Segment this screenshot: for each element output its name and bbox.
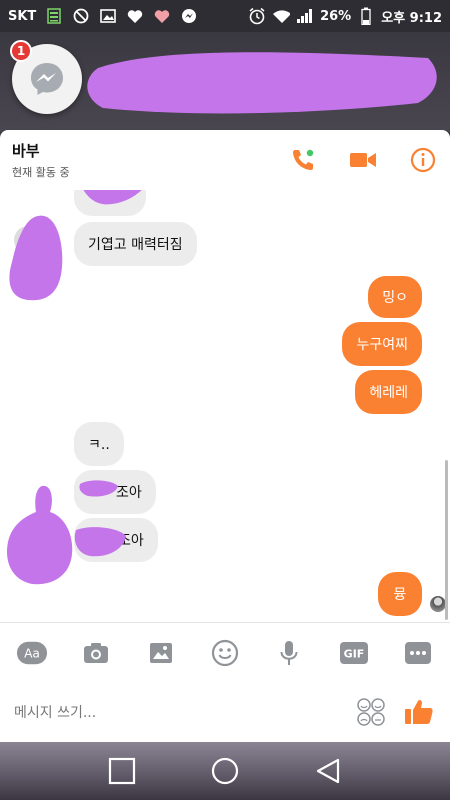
sim-icon [45,7,63,25]
home-button[interactable] [207,753,243,789]
microphone-icon [280,641,298,665]
avatar-scribble [7,485,73,585]
unread-badge: 1 [10,40,32,62]
read-receipt-avatar [430,596,446,612]
contact-name[interactable]: 바부 [12,140,70,161]
message-text: 헤레레 [369,385,408,401]
back-button[interactable] [310,753,346,789]
redacted-name-scribble [87,52,437,114]
voice-message-button[interactable] [273,637,305,669]
back-icon [317,758,340,784]
thumbs-up-icon [405,699,433,724]
message-bubble-outgoing[interactable]: 헤레레 [355,370,422,414]
message-text: 조아 [116,485,142,501]
message-text: 밍ㅇ [382,290,408,306]
like-button[interactable] [402,695,436,729]
video-call-button[interactable] [348,145,378,175]
message-list[interactable]: 기엽고 매력터짐 밍ㅇ 누구여찌 헤레레 ㅋ.. 조아 조아 뮹 [0,190,450,622]
gallery-button[interactable] [145,637,177,669]
alarm-icon [248,7,266,25]
conversation-header: 바부 현재 활동 중 [0,130,450,190]
wifi-icon [272,7,291,25]
sticker-icon [357,698,385,726]
info-icon [410,147,436,173]
message-input[interactable]: 메시지 쓰기... [14,702,340,722]
gif-label: GIF [343,648,364,661]
more-icon [404,642,431,664]
battery-icon [357,7,375,25]
messenger-icon [180,7,198,25]
text-style-button[interactable]: Aa [16,637,48,669]
more-button[interactable] [402,637,434,669]
recent-apps-button[interactable] [104,753,140,789]
phone-icon [293,149,314,170]
emoji-icon [211,639,239,667]
home-icon [211,757,239,785]
message-text: 뮹 [393,587,407,603]
message-bubble-outgoing[interactable]: 밍ㅇ [368,276,422,318]
navigation-bar [0,742,450,800]
avatar-scribble [9,215,63,301]
message-text: 누구여찌 [356,337,408,353]
voice-call-button[interactable] [288,145,318,175]
message-text: 조아 [118,533,144,549]
heart-pink-icon [153,7,171,25]
blocked-icon [72,7,90,25]
gif-button[interactable]: GIF [338,637,370,669]
image-icon [149,643,172,663]
heart-icon [126,7,144,25]
camera-icon [84,643,109,663]
gallery-icon [99,7,117,25]
status-bar: SKT 26% 오후 9:12 [0,0,450,32]
info-button[interactable] [408,145,438,175]
clock: 오후 9:12 [381,10,442,26]
video-camera-icon [350,153,376,167]
message-bubble-outgoing[interactable]: 누구여찌 [342,322,422,366]
text-style-label: Aa [24,647,40,661]
message-text: 기엽고 매력터짐 [88,237,183,253]
recent-apps-icon [108,757,135,785]
battery-percent: 26% [320,8,352,24]
gif-icon: GIF [339,642,368,664]
carrier-label: SKT [8,8,37,24]
message-bubble-outgoing[interactable]: 뮹 [378,572,422,616]
composer: Aa GIF 메시지 쓰기... [0,622,450,742]
sticker-button[interactable] [354,695,388,729]
chat-head-area: 1 [0,32,450,132]
message-bubble-incoming[interactable]: 조아 [74,518,158,562]
camera-button[interactable] [80,637,112,669]
messenger-icon [31,63,63,95]
avatar [14,226,42,254]
chat-head-bubble[interactable]: 1 [10,40,82,114]
text-style-icon: Aa [16,641,48,665]
message-bubble-incoming[interactable]: 기엽고 매력터짐 [74,222,197,266]
message-text: ㅋ.. [88,437,110,453]
emoji-button[interactable] [209,637,241,669]
message-bubble-incoming[interactable] [74,190,146,216]
message-bubble-incoming[interactable]: ㅋ.. [74,422,124,466]
scrollbar[interactable] [445,460,448,620]
active-status: 현재 활동 중 [12,166,70,179]
signal-icon [296,7,314,25]
message-bubble-incoming[interactable]: 조아 [74,470,156,514]
